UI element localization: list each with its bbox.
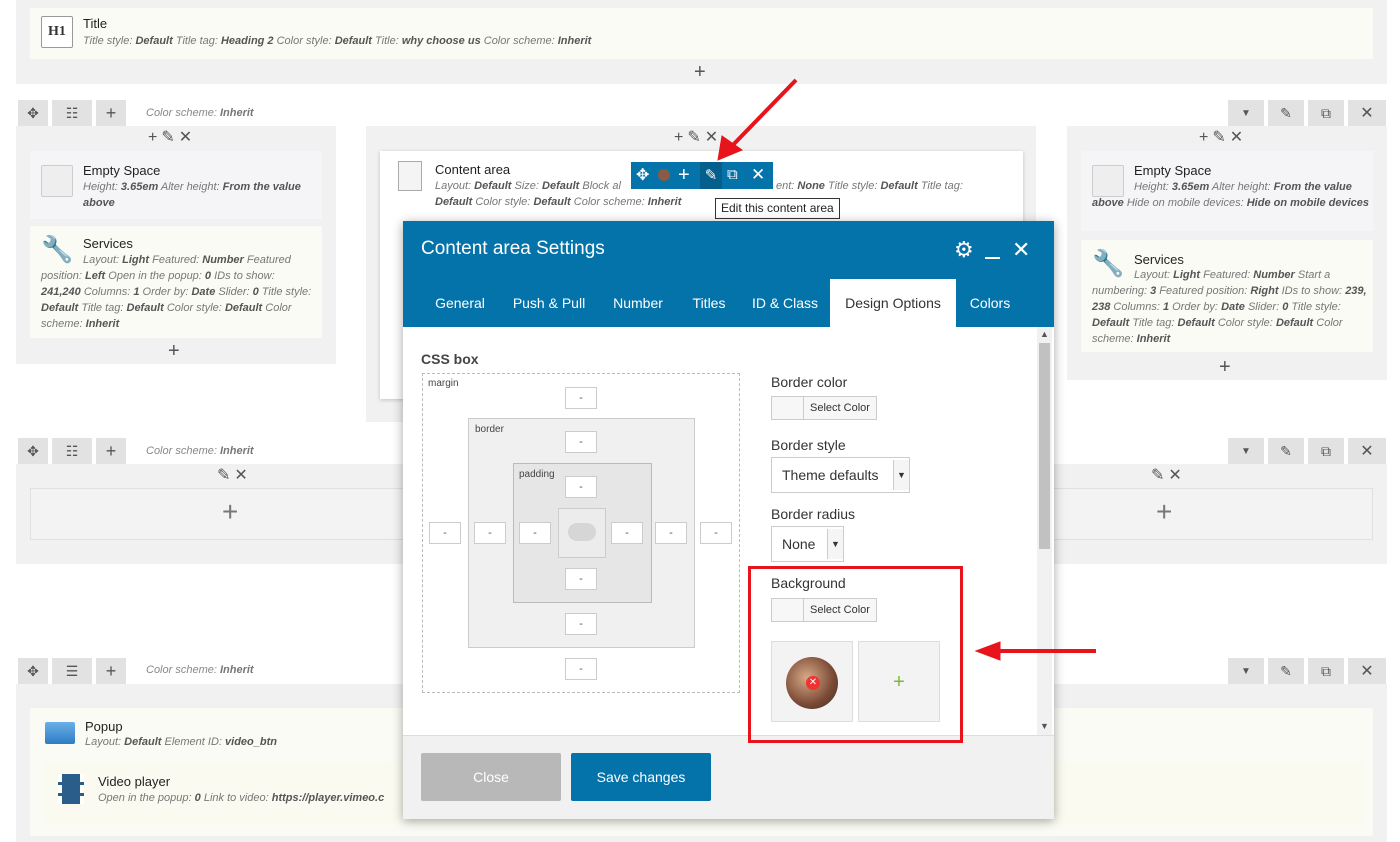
arrow-to-background (974, 641, 1096, 661)
annotation-arrows (717, 78, 1096, 661)
arrow-to-pencil (717, 78, 798, 161)
